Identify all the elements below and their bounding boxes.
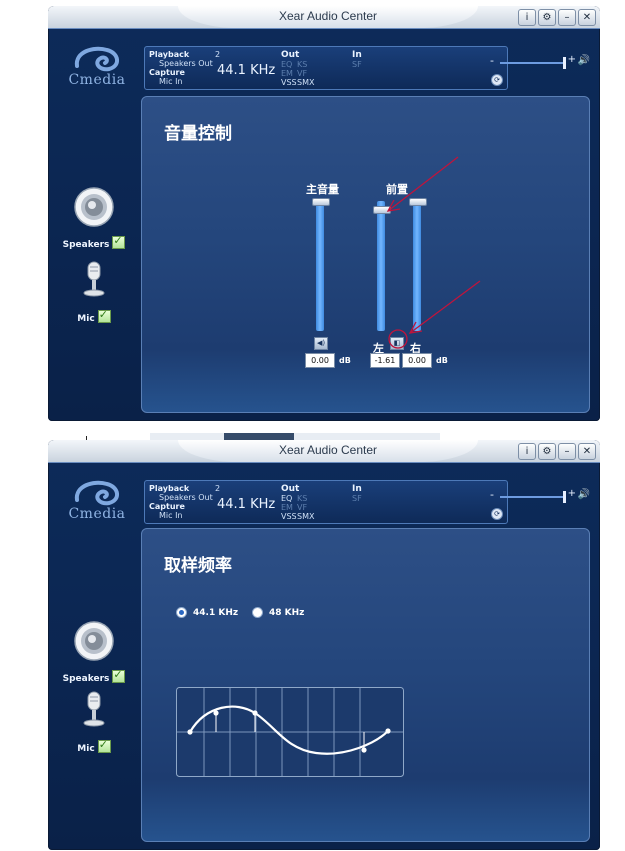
in-label: In bbox=[352, 50, 362, 60]
playback-label: Playback bbox=[149, 50, 190, 59]
cmedia-logo: Cmedia bbox=[62, 478, 132, 522]
mic-label: Mic bbox=[77, 314, 95, 324]
minimize-button[interactable]: – bbox=[558, 443, 576, 460]
speaker-device-icon bbox=[74, 621, 114, 661]
capture-label: Capture bbox=[149, 502, 185, 511]
device-info-panel: Playback 2 Speakers Out Capture Mic In 4… bbox=[144, 480, 508, 524]
sample-rate-panel: 取样频率 44.1 KHz 48 KHz bbox=[141, 528, 590, 842]
out-vf: VF bbox=[297, 69, 308, 78]
master-volume-knob[interactable] bbox=[563, 491, 566, 503]
cmedia-logo: Cmedia bbox=[62, 44, 132, 88]
settings-button[interactable]: ⚙ bbox=[538, 9, 556, 26]
microphone-icon bbox=[83, 691, 105, 727]
playback-device: Speakers Out bbox=[159, 493, 213, 502]
speakers-label: Speakers bbox=[62, 240, 110, 250]
refresh-icon[interactable]: ⟳ bbox=[491, 74, 503, 86]
speaker-icon[interactable]: 🔊 bbox=[578, 489, 590, 500]
channel-count: 2 bbox=[215, 484, 221, 493]
out-em: EM bbox=[281, 503, 293, 512]
mic-checkbox[interactable] bbox=[97, 308, 111, 323]
playback-label: Playback bbox=[149, 484, 190, 493]
volume-minus[interactable]: - bbox=[490, 488, 494, 501]
mic-checkbox[interactable] bbox=[97, 738, 111, 753]
rate-option-44[interactable]: 44.1 KHz bbox=[176, 607, 238, 618]
logo-text: Cmedia bbox=[68, 506, 126, 522]
window-title: Xear Audio Center bbox=[278, 9, 378, 23]
out-ks: KS bbox=[297, 494, 308, 503]
master-volume-knob[interactable] bbox=[563, 57, 566, 69]
master-volume-track[interactable] bbox=[500, 62, 566, 64]
channel-count: 2 bbox=[215, 50, 221, 59]
out-vss: VSS bbox=[281, 512, 297, 521]
settings-button[interactable]: ⚙ bbox=[538, 443, 556, 460]
in-sf: SF bbox=[352, 60, 362, 69]
info-button[interactable]: i bbox=[518, 443, 536, 460]
in-label: In bbox=[352, 484, 362, 494]
rate-44-label: 44.1 KHz bbox=[193, 607, 239, 618]
out-eq: EQ bbox=[281, 494, 293, 503]
out-label: Out bbox=[281, 484, 300, 494]
speakers-label: Speakers bbox=[62, 674, 110, 684]
rate-44-radio[interactable] bbox=[176, 607, 187, 618]
out-ks: KS bbox=[297, 60, 308, 69]
window-controls: i ⚙ – ✕ bbox=[518, 9, 596, 26]
annotation-arrows bbox=[386, 156, 481, 349]
mic-label: Mic bbox=[77, 744, 95, 754]
speaker-icon[interactable]: 🔊 bbox=[578, 55, 590, 66]
window-title: Xear Audio Center bbox=[278, 443, 378, 457]
microphone-icon bbox=[83, 261, 105, 297]
close-button[interactable]: ✕ bbox=[578, 443, 596, 460]
sample-rate-display: 44.1 KHz bbox=[217, 63, 276, 78]
volume-plus[interactable]: + bbox=[568, 488, 576, 499]
master-volume-track[interactable] bbox=[500, 496, 566, 498]
sidebar-item-speakers[interactable]: Speakers bbox=[48, 186, 140, 251]
out-eq: EQ bbox=[281, 60, 293, 69]
cmedia-swirl-icon bbox=[74, 46, 119, 72]
xear-window-volume: Xear Audio Center i ⚙ – ✕ Cmedia Playbac… bbox=[48, 6, 600, 421]
title-bar[interactable]: Xear Audio Center i ⚙ – ✕ bbox=[48, 440, 600, 462]
volume-control-panel: 音量控制 主音量 前置 ◀) 左 ◧ 右 0.00 dB -1.61 0.00 … bbox=[141, 96, 590, 413]
rate-option-48[interactable]: 48 KHz bbox=[252, 607, 304, 618]
screenshot-scrap bbox=[150, 433, 440, 440]
out-label: Out bbox=[281, 50, 300, 60]
out-vf: VF bbox=[297, 503, 308, 512]
window-controls: i ⚙ – ✕ bbox=[518, 443, 596, 460]
out-smx: SMX bbox=[297, 512, 315, 521]
xear-window-sample-rate: Xear Audio Center i ⚙ – ✕ Cmedia Playbac… bbox=[48, 440, 600, 850]
sidebar-item-mic[interactable]: Mic bbox=[48, 260, 140, 325]
title-bar[interactable]: Xear Audio Center i ⚙ – ✕ bbox=[48, 6, 600, 28]
sample-rate-display: 44.1 KHz bbox=[217, 497, 276, 512]
master-volume-control: - + 🔊 bbox=[490, 54, 590, 70]
playback-device: Speakers Out bbox=[159, 59, 213, 68]
rate-48-radio[interactable] bbox=[252, 607, 263, 618]
waveform-graphic bbox=[176, 687, 404, 777]
refresh-icon[interactable]: ⟳ bbox=[491, 508, 503, 520]
sidebar-item-speakers[interactable]: Speakers bbox=[48, 620, 140, 685]
in-sf: SF bbox=[352, 494, 362, 503]
minimize-button[interactable]: – bbox=[558, 9, 576, 26]
rate-48-label: 48 KHz bbox=[269, 607, 305, 618]
volume-plus[interactable]: + bbox=[568, 54, 576, 65]
info-button[interactable]: i bbox=[518, 9, 536, 26]
device-info-panel: Playback 2 Speakers Out Capture Mic In 4… bbox=[144, 46, 508, 90]
out-em: EM bbox=[281, 69, 293, 78]
capture-label: Capture bbox=[149, 68, 185, 77]
scrap-chip bbox=[224, 433, 294, 440]
capture-device: Mic In bbox=[159, 77, 183, 86]
logo-text: Cmedia bbox=[68, 72, 126, 88]
master-volume-control: - + 🔊 bbox=[490, 488, 590, 504]
cmedia-swirl-icon bbox=[74, 480, 119, 506]
speakers-checkbox[interactable] bbox=[112, 234, 126, 249]
close-button[interactable]: ✕ bbox=[578, 9, 596, 26]
sidebar-item-mic[interactable]: Mic bbox=[48, 690, 140, 755]
speaker-device-icon bbox=[74, 187, 114, 227]
volume-minus[interactable]: - bbox=[490, 54, 494, 67]
panel-title: 取样频率 bbox=[164, 556, 232, 576]
capture-device: Mic In bbox=[159, 511, 183, 520]
out-smx: SMX bbox=[297, 78, 315, 87]
out-vss: VSS bbox=[281, 78, 297, 87]
speakers-checkbox[interactable] bbox=[112, 668, 126, 683]
